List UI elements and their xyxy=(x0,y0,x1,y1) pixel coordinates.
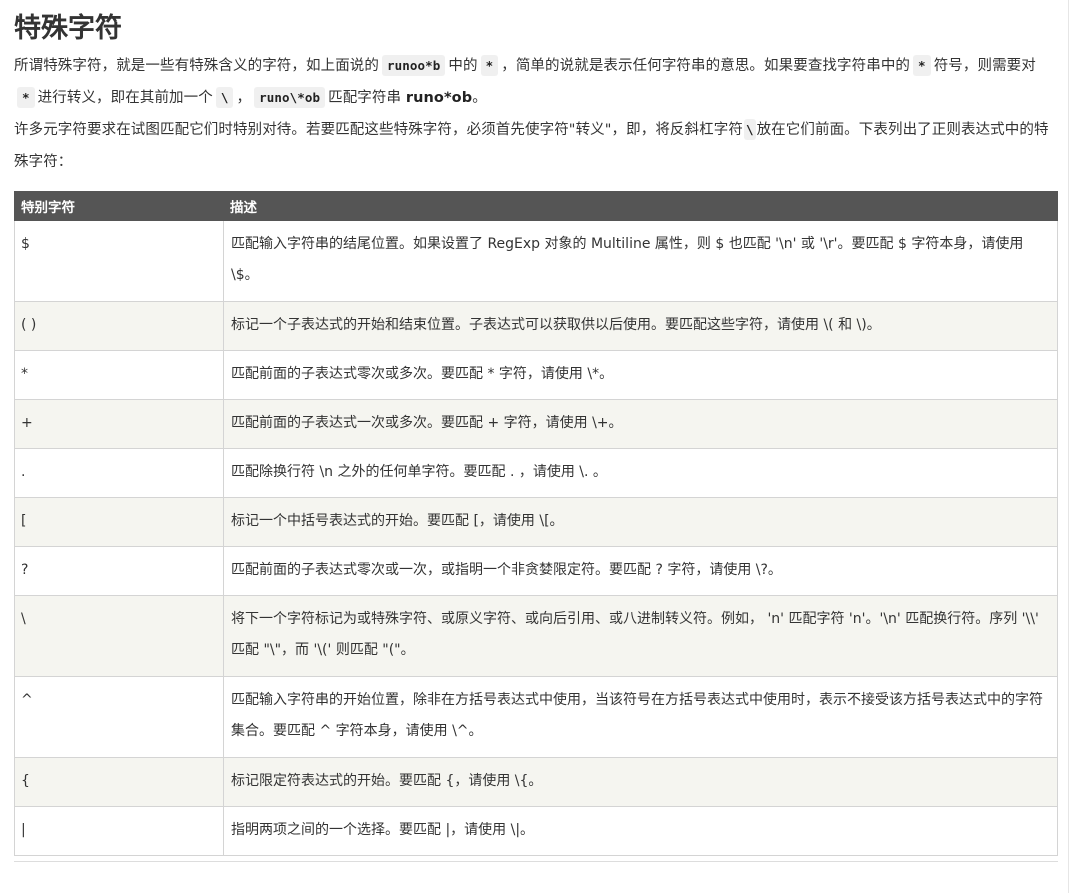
inline-code-backslash: \ xyxy=(215,87,234,108)
intro1-text-8: 。 xyxy=(472,90,487,106)
intro-paragraph-2: 许多元字符要求在试图匹配它们时特别对待。若要匹配这些特殊字符，必须首先使字符"转… xyxy=(14,114,1058,178)
intro-paragraph-1: 所谓特殊字符，就是一些有特殊含义的字符，如上面说的 runoo*b 中的 * ，简单的说… xyxy=(14,50,1058,114)
table-cell-char: ^ xyxy=(14,676,224,758)
table-row: $ 匹配输入字符串的结尾位置。如果设置了 RegExp 对象的 Multilin… xyxy=(14,220,1058,302)
table-cell-char: [ xyxy=(14,497,224,547)
inline-code-asterisk-3: * xyxy=(17,87,35,108)
table-row: [ 标记一个中括号表达式的开始。要匹配 [，请使用 \[。 xyxy=(14,497,1058,547)
inline-code-asterisk-2: * xyxy=(913,55,931,76)
inline-code-backslash-2: \ xyxy=(743,119,756,140)
table-row: ( ) 标记一个子表达式的开始和结束位置。子表达式可以获取供以后使用。要匹配这些… xyxy=(14,301,1058,351)
table-cell-desc: 匹配除换行符 \n 之外的任何单字符。要匹配 . ，请使用 \. 。 xyxy=(223,448,1058,498)
column-header-desc: 描述 xyxy=(223,191,1058,221)
intro2-text-1: 许多元字符要求在试图匹配它们时特别对待。若要匹配这些特殊字符，必须首先使字符"转… xyxy=(14,122,743,138)
table-row: + 匹配前面的子表达式一次或多次。要匹配 + 字符，请使用 \+。 xyxy=(14,399,1058,449)
table-cell-char: | xyxy=(14,806,224,856)
article-content: 特殊字符 所谓特殊字符，就是一些有特殊含义的字符，如上面说的 runoo*b 中的 *… xyxy=(14,0,1058,862)
table-cell-desc: 标记一个子表达式的开始和结束位置。子表达式可以获取供以后使用。要匹配这些字符，请… xyxy=(223,301,1058,351)
scroll-edge-divider xyxy=(1068,0,1069,893)
bold-runo-ob: runo*ob xyxy=(405,90,473,106)
table-row: { 标记限定符表达式的开始。要匹配 {，请使用 \{。 xyxy=(14,757,1058,807)
table-row: \ 将下一个字符标记为或特殊字符、或原义字符、或向后引用、或八进制转义符。例如，… xyxy=(14,595,1058,677)
table-row: | 指明两项之间的一个选择。要匹配 |，请使用 \|。 xyxy=(14,806,1058,856)
table-row: ^ 匹配输入字符串的开始位置，除非在方括号表达式中使用，当该符号在方括号表达式中… xyxy=(14,676,1058,758)
table-header-row: 特别字符 描述 xyxy=(14,191,1058,221)
table-row: . 匹配除换行符 \n 之外的任何单字符。要匹配 . ，请使用 \. 。 xyxy=(14,448,1058,498)
table-cell-char: * xyxy=(14,350,224,400)
table-cell-char: ( ) xyxy=(14,301,224,351)
table-cell-desc: 标记一个中括号表达式的开始。要匹配 [，请使用 \[。 xyxy=(223,497,1058,547)
column-header-char: 特别字符 xyxy=(14,191,224,221)
table-cell-desc: 匹配输入字符串的开始位置，除非在方括号表达式中使用，当该符号在方括号表达式中使用… xyxy=(223,676,1058,758)
intro1-text-4: 符号，则需要对 xyxy=(933,58,1036,74)
table-cell-desc: 匹配前面的子表达式零次或多次。要匹配 * 字符，请使用 \*。 xyxy=(223,350,1058,400)
intro1-text-5: 进行转义，即在其前加一个 xyxy=(37,90,213,106)
table-cell-desc: 标记限定符表达式的开始。要匹配 {，请使用 \{。 xyxy=(223,757,1058,807)
table-cell-char: + xyxy=(14,399,224,449)
table-cell-desc: 指明两项之间的一个选择。要匹配 |，请使用 \|。 xyxy=(223,806,1058,856)
section-heading: 特殊字符 xyxy=(14,13,122,44)
table-row: * 匹配前面的子表达式零次或多次。要匹配 * 字符，请使用 \*。 xyxy=(14,350,1058,400)
table-cell-desc: 匹配前面的子表达式零次或一次，或指明一个非贪婪限定符。要匹配 ? 字符，请使用 … xyxy=(223,546,1058,596)
table-cell-char: . xyxy=(14,448,224,498)
special-characters-table: 特别字符 描述 $ 匹配输入字符串的结尾位置。如果设置了 RegExp 对象的 … xyxy=(14,191,1058,856)
table-cell-desc: 将下一个字符标记为或特殊字符、或原义字符、或向后引用、或八进制转义符。例如， '… xyxy=(223,595,1058,677)
intro1-text-3: ，简单的说就是表示任何字符串的意思。如果要查找字符串中的 xyxy=(501,58,911,74)
content-divider xyxy=(14,861,1058,862)
intro1-text-1: 所谓特殊字符，就是一些有特殊含义的字符，如上面说的 xyxy=(14,58,379,74)
table-cell-char: ? xyxy=(14,546,224,596)
inline-code-asterisk: * xyxy=(480,55,499,76)
table-cell-desc: 匹配输入字符串的结尾位置。如果设置了 RegExp 对象的 Multiline … xyxy=(223,220,1058,302)
table-cell-desc: 匹配前面的子表达式一次或多次。要匹配 + 字符，请使用 \+。 xyxy=(223,399,1058,449)
table-row: ? 匹配前面的子表达式零次或一次，或指明一个非贪婪限定符。要匹配 ? 字符，请使… xyxy=(14,546,1058,596)
intro1-text-2: 中的 xyxy=(448,58,478,74)
inline-code-runo-escaped-ob: runo\*ob xyxy=(254,87,326,108)
intro1-text-7: 匹配字符串 xyxy=(328,90,402,106)
inline-code-runoo-b: runoo*b xyxy=(382,55,446,76)
table-cell-char: \ xyxy=(14,595,224,677)
table-cell-char: { xyxy=(14,757,224,807)
table-cell-char: $ xyxy=(14,220,224,302)
intro1-text-6: ， xyxy=(236,90,252,106)
